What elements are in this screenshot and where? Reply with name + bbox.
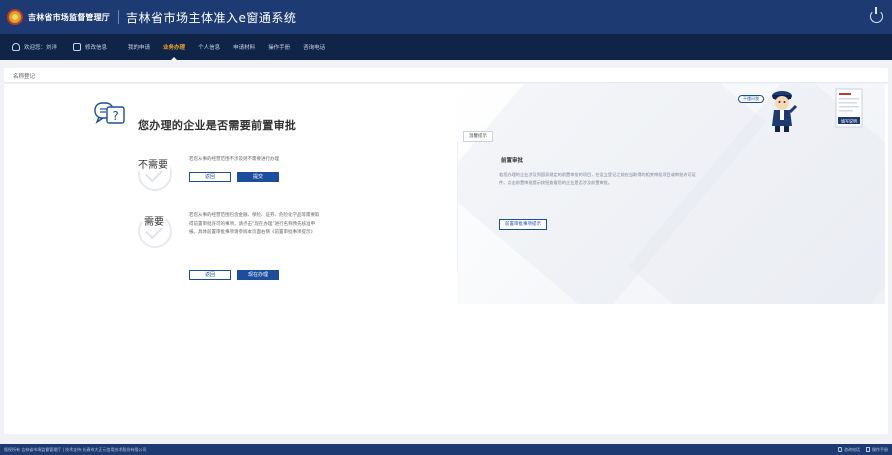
question-title: 您办理的企业是否需要前置审批 (138, 119, 297, 132)
option-no-desc: 若您从事的经营范围不涉及则不需要进行办理 (189, 157, 279, 162)
prereview-tips-button[interactable]: 前置审批事项提示 (499, 219, 547, 230)
svg-text:?: ? (112, 109, 118, 123)
nav-item-label: 操作手册 (268, 45, 291, 51)
footer-links: 咨询电话 操作手册 (838, 444, 888, 455)
option-yes-label: 需要 (142, 213, 166, 228)
nav-item-my-applications[interactable]: 我的申请 (128, 34, 150, 60)
manual-icon (866, 447, 870, 452)
nav-item-label: 业务办理 (163, 45, 186, 51)
logout-power-icon[interactable] (870, 7, 883, 23)
lock-icon (73, 43, 82, 51)
nav-item-label: 修改信息 (85, 45, 108, 51)
handle-now-button[interactable]: 现在办理 (237, 270, 279, 280)
org-name: 吉林省市场监督管理厅 (28, 12, 110, 22)
nav-item-hotline[interactable]: 咨询电话 (303, 34, 325, 60)
nav-item-label: 申请材料 (233, 45, 256, 51)
nav-item-personal-info[interactable]: 个人信息 (198, 34, 220, 60)
user-icon (12, 43, 20, 51)
option-no-label: 不需要 (136, 156, 170, 171)
manual-link[interactable]: 操作手册 (872, 444, 888, 455)
tip-tag: 温馨提示 (463, 131, 493, 142)
tip-panel: 温馨提示 前置审批 若您办理的企业涉及到国家规定的前置审批的项目，在设立登记之前… (457, 84, 885, 304)
nav-item-label: 我的申请 (128, 45, 151, 51)
panel-divider (457, 142, 458, 272)
welcome-text: 欢迎您：刘洋 (24, 45, 58, 51)
tip-heading: 前置审批 (501, 158, 524, 164)
nav-item-edit-info[interactable]: 修改信息 (73, 34, 107, 60)
nav-item-label: 咨询电话 (303, 45, 326, 51)
breadcrumb-label: 名称登记 (13, 74, 36, 80)
nav-item-label: 个人信息 (198, 45, 221, 51)
guide-book-label: 填写说明 (841, 118, 857, 124)
hotline-link[interactable]: 咨询电话 (844, 444, 860, 455)
option-no-back-button[interactable]: 返回 (189, 172, 231, 182)
header-divider (118, 10, 119, 24)
nav-item-materials[interactable]: 申请材料 (233, 34, 255, 60)
option-yes-back-button[interactable]: 返回 (189, 270, 231, 280)
footer: 版权所有 吉林省市场监督管理厅 | 技术支持:长春市大正元信用技术股份有限公司 … (0, 444, 892, 455)
top-header: 吉林省市场监督管理厅 吉林省市场主体准入e窗通系统 (0, 0, 892, 34)
nav-item-manual[interactable]: 操作手册 (268, 34, 290, 60)
main-panel: ? 您办理的企业是否需要前置审批 不需要 若您从事的经营范围不涉及则不需要进行办… (4, 84, 888, 434)
nav-item-business[interactable]: 业务办理 (163, 34, 185, 60)
police-mascot-icon[interactable] (765, 86, 799, 134)
copyright-text: 版权所有 吉林省市场监督管理厅 | 技术支持:长春市大正元信用技术股份有限公司 (4, 447, 147, 452)
tip-body: 若您办理的企业涉及到国家规定的前置审批的项目，在设立登记之前应当取得的相关审批项… (499, 172, 696, 185)
phone-icon (838, 447, 842, 452)
nav-welcome: 欢迎您：刘洋 (12, 34, 57, 60)
system-title: 吉林省市场主体准入e窗通系统 (126, 10, 297, 25)
breadcrumb: 名称登记 (4, 68, 888, 83)
national-emblem-icon (7, 9, 23, 25)
guide-book-icon[interactable]: 填写说明 (835, 88, 863, 128)
help-bubble[interactable]: 不懂问我 (738, 95, 764, 103)
option-yes-desc: 若您从事的经营范围包含金融、保险、证券、危险化学品等需要取得前置审批许可的事项，… (189, 213, 320, 235)
question-bubble-icon: ? (94, 102, 125, 124)
main-nav: 欢迎您：刘洋 修改信息 我的申请 业务办理 个人信息 申请材料 操作手册 咨询电… (0, 34, 892, 60)
submit-button[interactable]: 提交 (237, 172, 279, 182)
